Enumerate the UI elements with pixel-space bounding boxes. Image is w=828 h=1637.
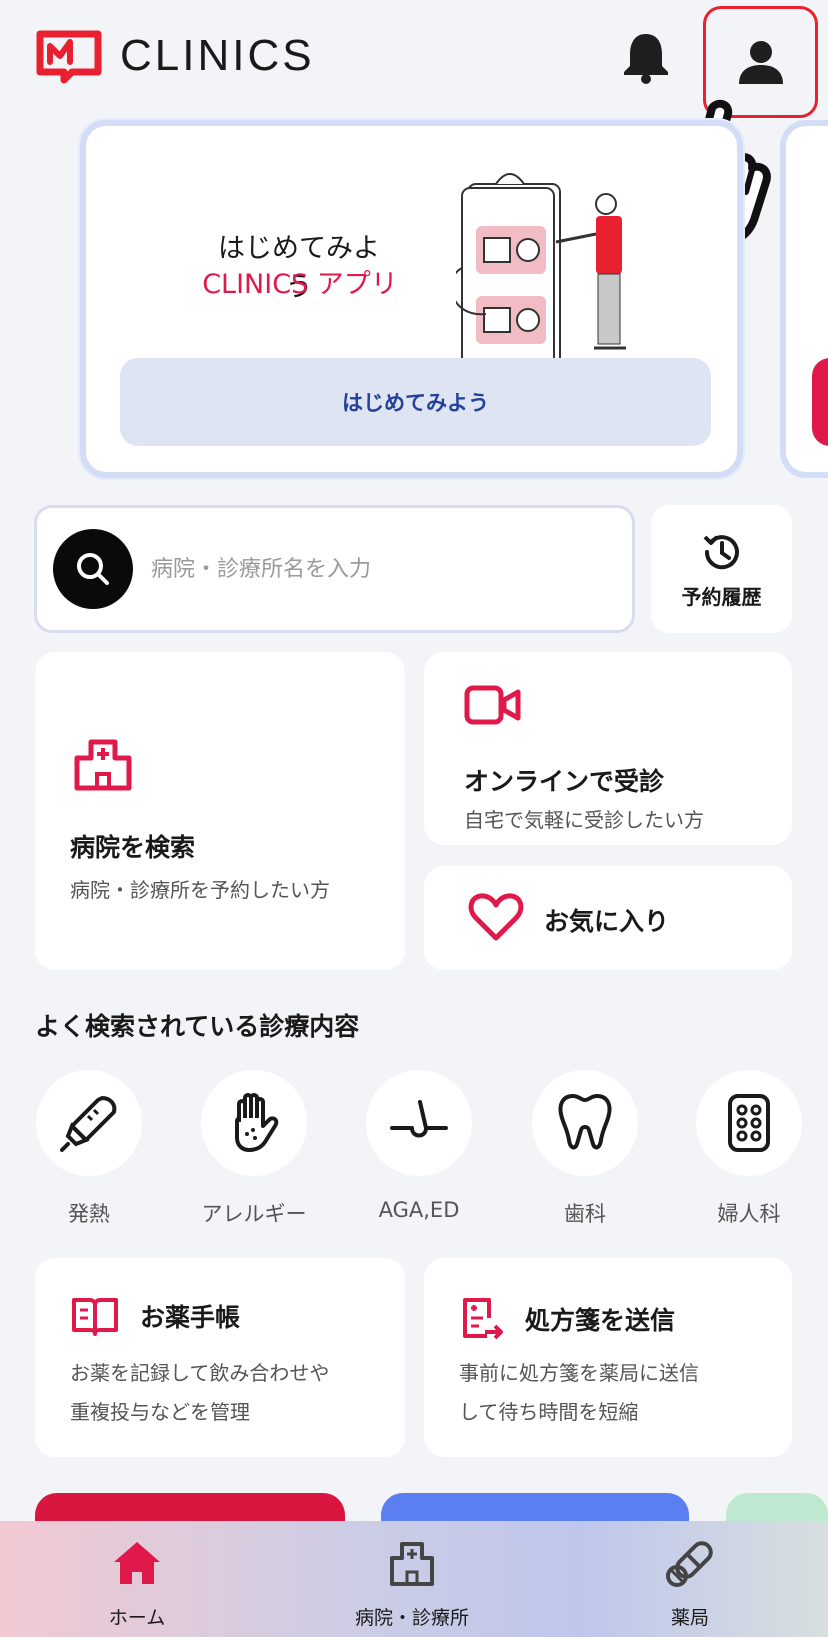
book-icon (72, 1298, 118, 1336)
desc-line: 事前に処方箋を薬局に送信 (459, 1361, 699, 1385)
popular-categories-title: よく検索されている診療内容 (35, 1012, 360, 1041)
promo-next-button[interactable] (812, 358, 828, 446)
category-label: 発熱 (68, 1202, 110, 1226)
person-icon (738, 41, 783, 84)
search-hospital-tile[interactable]: 病院を検索 病院・診療所を予約したい方 (35, 652, 405, 970)
online-consultation-title: オンラインで受診 (464, 767, 665, 796)
tab-home[interactable]: ホーム (37, 1535, 237, 1630)
home-icon (114, 1542, 160, 1584)
send-prescription-title: 処方箋を送信 (525, 1306, 676, 1335)
promo-card[interactable]: はじめてみよう CLINICS アプリ はじめてみよう (80, 120, 743, 478)
category-aga-ed[interactable]: AGA,ED (354, 1070, 484, 1222)
hospital-icon (74, 739, 132, 791)
history-icon (703, 534, 739, 569)
logo-icon (36, 30, 102, 84)
search-bar[interactable] (34, 505, 635, 633)
hair-icon (390, 1100, 448, 1138)
promo-subtitle: CLINICS アプリ (202, 269, 398, 300)
category-label: アレルギー (201, 1202, 307, 1226)
online-consultation-tile[interactable]: オンラインで受診 自宅で気軽に受診したい方 (424, 652, 792, 845)
medicine-notebook-title: お薬手帳 (140, 1303, 241, 1332)
search-hospital-subtitle: 病院・診療所を予約したい方 (70, 878, 330, 902)
app-name: CLINICS (120, 31, 315, 80)
online-consultation-subtitle: 自宅で気軽に受診したい方 (464, 808, 704, 832)
bottom-tab-bar: ホーム 病院・診療所 薬局 (0, 1521, 828, 1637)
search-hospital-title: 病院を検索 (70, 833, 196, 862)
medicine-notebook-tile[interactable]: お薬手帳 お薬を記録して飲み合わせや 重複投与などを管理 (35, 1258, 405, 1457)
heart-icon (468, 893, 524, 941)
history-label: 予約履歴 (681, 584, 762, 609)
category-label: AGA,ED (378, 1198, 460, 1222)
category-label: 婦人科 (717, 1202, 781, 1226)
search-icon[interactable] (53, 529, 133, 609)
bell-icon[interactable] (620, 30, 672, 84)
send-prescription-tile[interactable]: 処方箋を送信 事前に処方箋を薬局に送信 して待ち時間を短縮 (424, 1258, 792, 1457)
app-header: CLINICS (0, 0, 828, 247)
tab-label: ホーム (108, 1607, 166, 1629)
favorites-tile[interactable]: お気に入り (424, 866, 792, 970)
reservation-history-button[interactable]: 予約履歴 (651, 505, 792, 633)
video-camera-icon (464, 685, 521, 725)
send-prescription-desc: 事前に処方箋を薬局に送信 して待ち時間を短縮 (459, 1354, 769, 1432)
hand-icon (235, 1093, 279, 1152)
medicine-notebook-desc: お薬を記録して飲み合わせや 重複投与などを管理 (70, 1354, 380, 1432)
pill-pack-icon (728, 1094, 770, 1152)
category-dental[interactable]: 歯科 (520, 1070, 650, 1228)
category-gynecology[interactable]: 婦人科 (684, 1070, 814, 1228)
prescription-icon (463, 1298, 503, 1340)
category-label: 歯科 (564, 1202, 606, 1226)
tab-label: 病院・診療所 (354, 1607, 469, 1629)
thermometer-icon (60, 1096, 117, 1152)
tab-label: 薬局 (670, 1607, 709, 1629)
pill-icon (666, 1541, 713, 1587)
favorites-title: お気に入り (544, 907, 670, 936)
app-logo[interactable]: CLINICS (34, 28, 315, 84)
desc-line: 重複投与などを管理 (70, 1400, 250, 1424)
desc-line: お薬を記録して飲み合わせや (70, 1361, 330, 1385)
category-fever[interactable]: 発熱 (24, 1070, 154, 1228)
tab-pharmacy[interactable]: 薬局 (590, 1535, 790, 1630)
desc-line: して待ち時間を短縮 (459, 1400, 639, 1424)
search-input[interactable] (151, 556, 611, 582)
get-started-button[interactable]: はじめてみよう (120, 358, 711, 446)
promo-illustration (456, 173, 626, 368)
hospital-icon (390, 1542, 434, 1586)
tab-hospitals[interactable]: 病院・診療所 (312, 1535, 512, 1630)
tooth-icon (558, 1094, 612, 1150)
promo-card-next[interactable] (780, 120, 828, 478)
category-allergy[interactable]: アレルギー (189, 1070, 319, 1228)
